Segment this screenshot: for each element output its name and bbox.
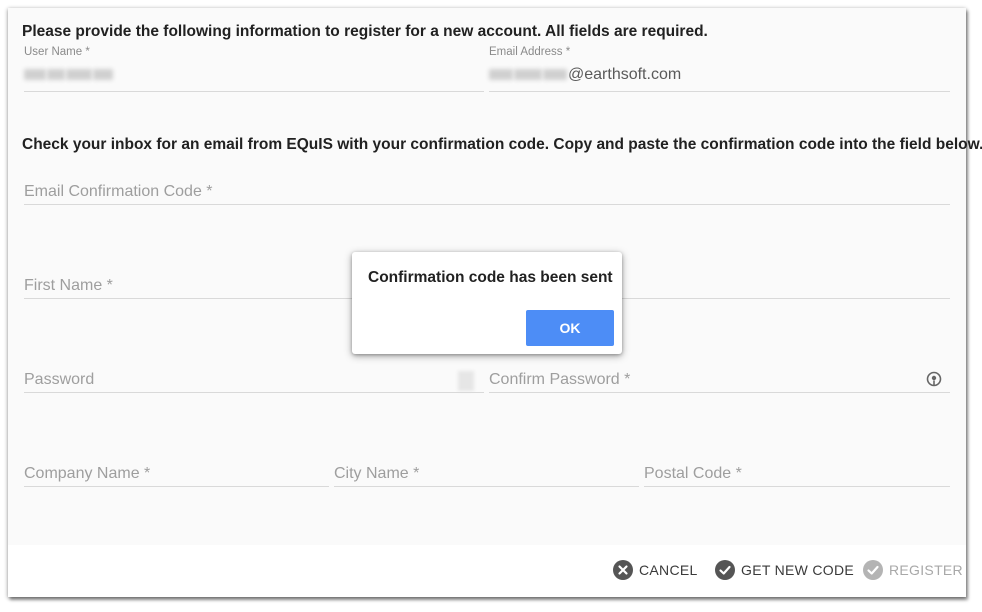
postal-code-input[interactable]: Postal Code * (644, 447, 950, 487)
postal-code-placeholder: Postal Code * (644, 465, 742, 482)
check-circle-icon (863, 560, 883, 580)
email-address-label: Email Address * (489, 46, 571, 58)
email-address-value: @earthsoft.com (489, 66, 681, 84)
postal-code-underline (644, 486, 950, 487)
cancel-label: CANCEL (639, 562, 698, 578)
user-name-underline (24, 91, 484, 92)
confirmation-code-underline (24, 204, 950, 205)
password-underline (24, 392, 484, 393)
city-name-underline (334, 486, 639, 487)
first-name-placeholder: First Name * (24, 277, 113, 294)
registration-form: Please provide the following information… (8, 8, 982, 597)
password-toggle-redacted (458, 371, 474, 391)
user-name-value (24, 66, 114, 84)
form-footer: CANCEL GET NEW CODE REGISTER (8, 545, 966, 597)
confirm-password-underline (489, 392, 950, 393)
cancel-button[interactable]: CANCEL (613, 560, 698, 580)
company-name-placeholder: Company Name * (24, 465, 151, 482)
eye-icon[interactable] (926, 371, 942, 387)
password-input[interactable]: Password (24, 353, 484, 393)
email-domain: @earthsoft.com (568, 66, 682, 83)
city-name-placeholder: City Name * (334, 465, 420, 482)
confirmation-instructions: Check your inbox for an email from EQuIS… (22, 136, 982, 153)
confirm-password-input[interactable]: Confirm Password * (489, 353, 950, 393)
get-new-code-label: GET NEW CODE (741, 562, 855, 578)
user-name-field[interactable]: User Name * (24, 46, 484, 92)
dialog-message: Confirmation code has been sent (368, 269, 613, 286)
password-placeholder: Password (24, 371, 95, 388)
confirm-password-placeholder: Confirm Password * (489, 371, 631, 388)
confirmation-dialog: Confirmation code has been sent OK (352, 252, 622, 354)
register-button[interactable]: REGISTER (863, 560, 963, 580)
company-name-underline (24, 486, 329, 487)
form-intro: Please provide the following information… (22, 23, 708, 40)
get-new-code-button[interactable]: GET NEW CODE (715, 560, 854, 580)
confirmation-code-input[interactable]: Email Confirmation Code * (24, 165, 950, 205)
close-circle-icon (613, 560, 633, 580)
register-label: REGISTER (889, 562, 963, 578)
city-name-input[interactable]: City Name * (334, 447, 639, 487)
company-name-input[interactable]: Company Name * (24, 447, 329, 487)
email-address-underline (489, 91, 950, 92)
user-name-label: User Name * (24, 46, 90, 58)
check-circle-icon (715, 560, 735, 580)
ok-button[interactable]: OK (526, 310, 614, 346)
email-address-field[interactable]: Email Address * @earthsoft.com (489, 46, 950, 92)
confirmation-code-placeholder: Email Confirmation Code * (24, 183, 213, 200)
